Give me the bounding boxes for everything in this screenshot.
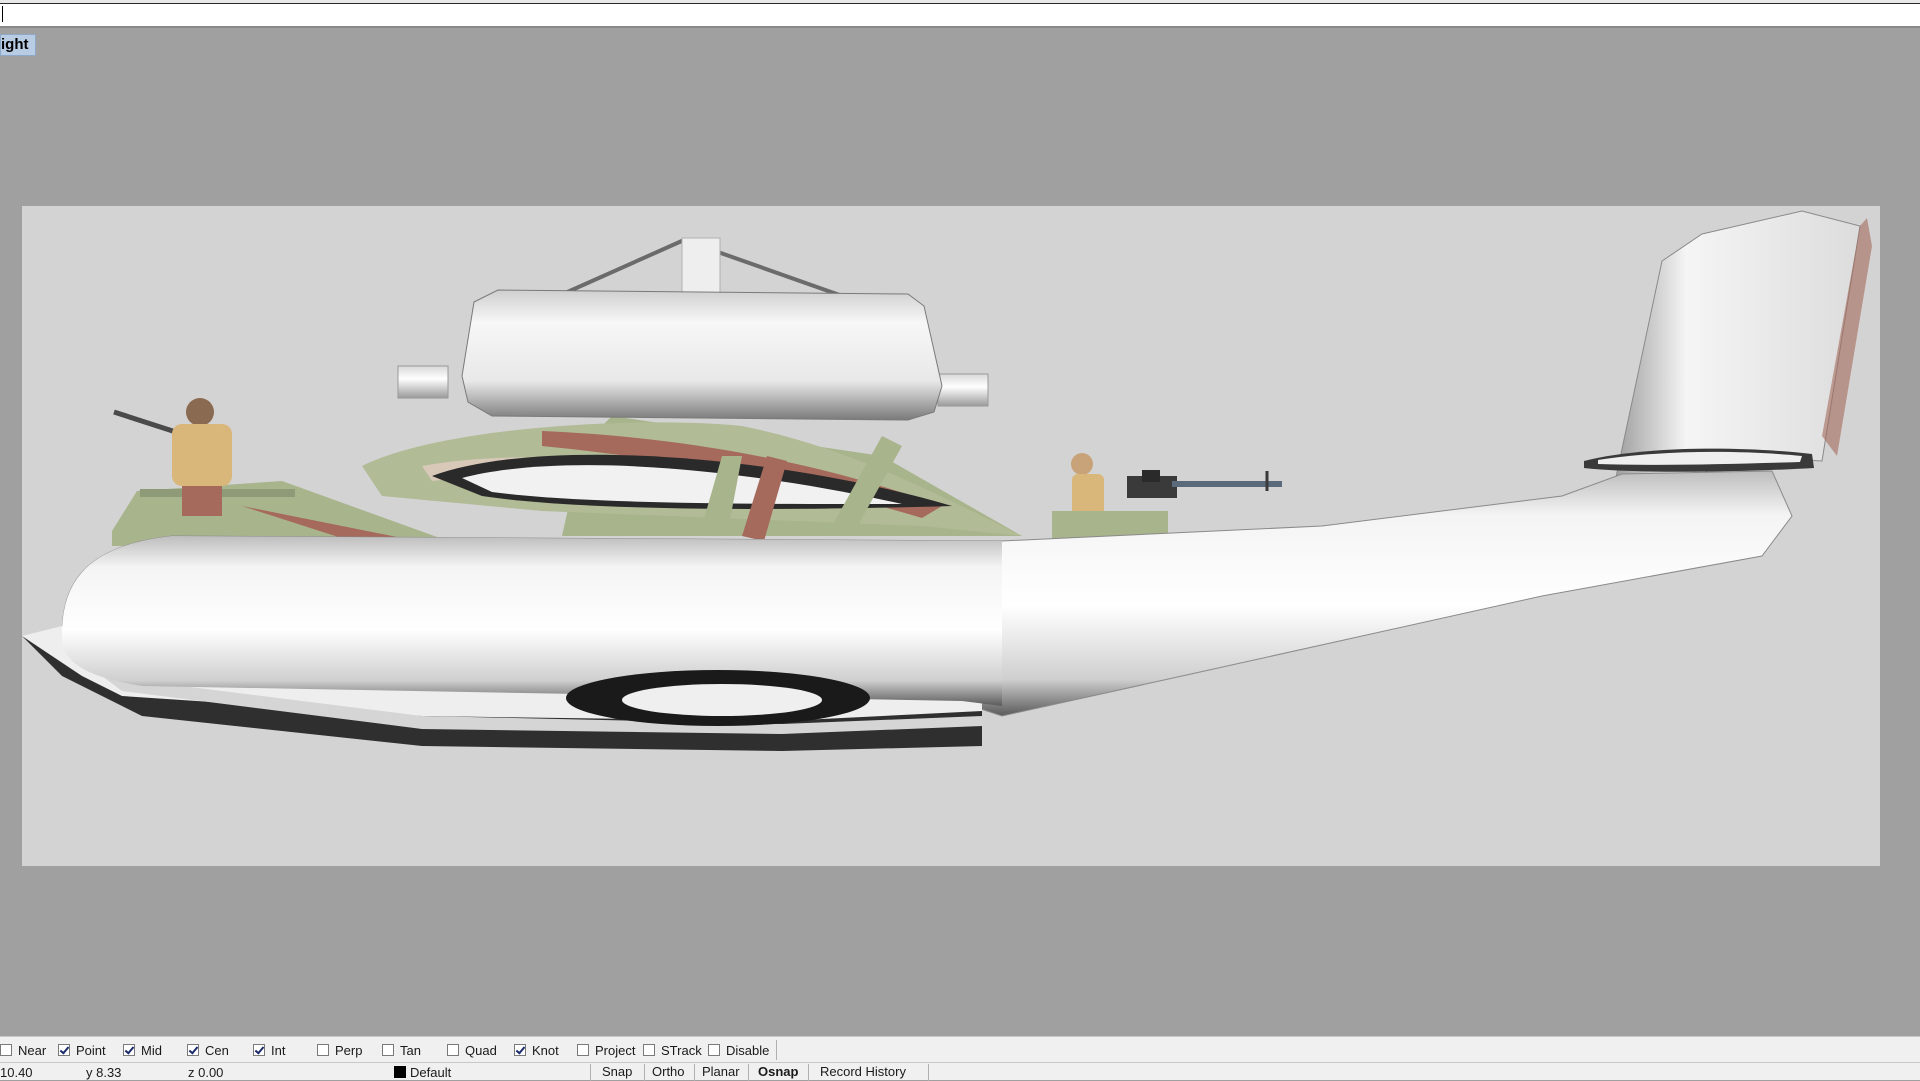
command-input[interactable] xyxy=(6,6,1906,22)
osnap-knot[interactable]: Knot xyxy=(514,1041,559,1059)
osnap-quad-checkbox[interactable] xyxy=(447,1044,459,1056)
command-history-line xyxy=(0,0,1920,4)
ortho-button[interactable]: Ortho xyxy=(646,1064,691,1080)
tail-fin xyxy=(1584,210,1872,507)
osnap-perp-checkbox[interactable] xyxy=(317,1044,329,1056)
viewport-title[interactable]: ight xyxy=(0,34,36,56)
status-divider xyxy=(694,1064,695,1081)
osnap-tan-checkbox[interactable] xyxy=(382,1044,394,1056)
osnap-quad[interactable]: Quad xyxy=(447,1041,497,1059)
osnap-strack-label: STrack xyxy=(661,1042,702,1058)
osnap-knot-label: Knot xyxy=(532,1042,559,1058)
coord-x: 10.40 xyxy=(0,1065,33,1080)
osnap-mid[interactable]: Mid xyxy=(123,1041,162,1059)
osnap-near-checkbox[interactable] xyxy=(0,1044,12,1056)
layer-indicator[interactable]: Default xyxy=(394,1065,451,1081)
aircraft-model[interactable] xyxy=(22,206,1880,866)
osnap-button[interactable]: Osnap xyxy=(752,1064,804,1080)
osnap-perp[interactable]: Perp xyxy=(317,1041,362,1059)
layer-color-swatch xyxy=(394,1066,406,1078)
osnap-mid-checkbox[interactable] xyxy=(123,1044,135,1056)
osnap-cen-label: Cen xyxy=(205,1042,229,1058)
osnap-point[interactable]: Point xyxy=(58,1041,106,1059)
engine-nacelle xyxy=(397,289,989,421)
osnap-project-label: Project xyxy=(595,1042,636,1058)
osnap-cen[interactable]: Cen xyxy=(187,1041,229,1059)
osnap-strack[interactable]: STrack xyxy=(643,1041,702,1059)
planar-button[interactable]: Planar xyxy=(696,1064,746,1080)
osnap-int[interactable]: Int xyxy=(253,1041,285,1059)
status-divider xyxy=(748,1064,749,1081)
osnap-strack-checkbox[interactable] xyxy=(643,1044,655,1056)
snap-button[interactable]: Snap xyxy=(596,1064,638,1080)
osnap-near[interactable]: Near xyxy=(0,1041,46,1059)
record-history-button[interactable]: Record History xyxy=(814,1064,912,1080)
osnap-point-checkbox[interactable] xyxy=(58,1044,70,1056)
osnap-mid-label: Mid xyxy=(141,1042,162,1058)
osnap-near-label: Near xyxy=(18,1042,47,1058)
viewport-right[interactable]: ight xyxy=(0,34,1920,1034)
status-bar: 10.40 y 8.33 z 0.00 Default Snap Ortho P… xyxy=(0,1062,1920,1081)
osnap-quad-label: Quad xyxy=(465,1042,497,1058)
osnap-divider xyxy=(776,1040,777,1060)
status-divider xyxy=(644,1064,645,1081)
osnap-point-label: Point xyxy=(76,1042,106,1058)
wing-structure xyxy=(112,416,1022,551)
osnap-tan-label: Tan xyxy=(400,1042,421,1058)
osnap-project[interactable]: Project xyxy=(577,1041,635,1059)
osnap-int-label: Int xyxy=(271,1042,286,1058)
command-caret xyxy=(2,6,3,22)
osnap-cen-checkbox[interactable] xyxy=(187,1044,199,1056)
osnap-toolbar: Near Point Mid Cen Int Perp Tan Quad Kno… xyxy=(0,1036,1920,1062)
coord-y: y 8.33 xyxy=(86,1065,122,1080)
osnap-project-checkbox[interactable] xyxy=(577,1044,589,1056)
gunner-figure-right xyxy=(1052,453,1282,541)
status-divider xyxy=(928,1064,929,1081)
status-divider xyxy=(590,1064,591,1081)
status-divider xyxy=(808,1064,809,1081)
osnap-disable[interactable]: Disable xyxy=(708,1041,769,1059)
osnap-tan[interactable]: Tan xyxy=(382,1041,421,1059)
osnap-perp-label: Perp xyxy=(335,1042,363,1058)
coord-z: z 0.00 xyxy=(188,1065,224,1080)
layer-name: Default xyxy=(410,1065,452,1080)
osnap-disable-label: Disable xyxy=(726,1042,770,1058)
osnap-knot-checkbox[interactable] xyxy=(514,1044,526,1056)
osnap-disable-checkbox[interactable] xyxy=(708,1044,720,1056)
command-area[interactable] xyxy=(0,0,1920,28)
osnap-int-checkbox[interactable] xyxy=(253,1044,265,1056)
